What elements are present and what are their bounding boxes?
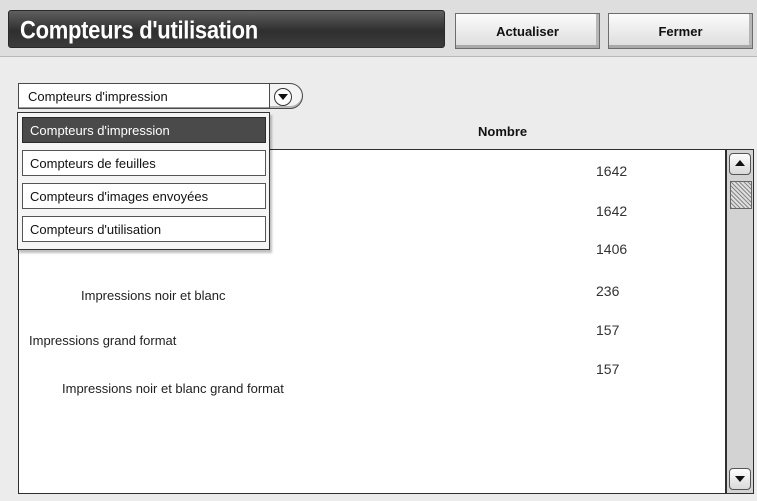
counter-type-selected: Compteurs d'impression [28, 89, 168, 104]
counter-type-select[interactable]: Compteurs d'impression [18, 83, 271, 109]
menu-item-label: Compteurs d'impression [30, 123, 170, 138]
refresh-button[interactable]: Actualiser [455, 13, 600, 49]
counter-type-dropdown-menu: Compteurs d'impression Compteurs de feui… [17, 112, 270, 250]
scroll-thumb[interactable] [730, 181, 752, 209]
arrow-up-icon [735, 160, 745, 166]
menu-item-label: Compteurs de feuilles [30, 156, 156, 171]
header-bar: Compteurs d'utilisation Actualiser Ferme… [0, 0, 757, 57]
page-title-box: Compteurs d'utilisation [8, 10, 445, 48]
table-row-value: 1642 [596, 203, 628, 219]
table-row-value: 157 [596, 322, 620, 338]
scroll-down-button[interactable] [729, 468, 751, 490]
table-row-label: Impressions noir et blanc [81, 288, 226, 303]
menu-item-sent-images-counters[interactable]: Compteurs d'images envoyées [22, 183, 266, 209]
table-row-value: 157 [596, 361, 620, 377]
menu-item-label: Compteurs d'utilisation [30, 222, 162, 237]
page-title: Compteurs d'utilisation [20, 16, 258, 44]
dropdown-toggle-button[interactable] [269, 83, 303, 109]
scroll-up-button[interactable] [729, 153, 751, 175]
arrow-down-icon [735, 476, 745, 482]
menu-item-usage-counters[interactable]: Compteurs d'utilisation [22, 216, 266, 242]
table-row-value: 1406 [596, 241, 628, 257]
table-row-value: 236 [596, 283, 620, 299]
table-row-label: Impressions grand format [29, 333, 177, 348]
menu-item-sheet-counters[interactable]: Compteurs de feuilles [22, 150, 266, 176]
table-scrollbar[interactable] [726, 149, 754, 494]
close-button[interactable]: Fermer [608, 13, 753, 49]
table-row-label: Impressions noir et blanc grand format [62, 381, 284, 396]
column-header-count: Nombre [478, 124, 528, 139]
table-row-value: 1642 [596, 163, 628, 179]
chevron-down-glyph [278, 94, 288, 100]
menu-item-label: Compteurs d'images envoyées [30, 189, 209, 204]
menu-item-print-counters[interactable]: Compteurs d'impression [22, 117, 266, 143]
